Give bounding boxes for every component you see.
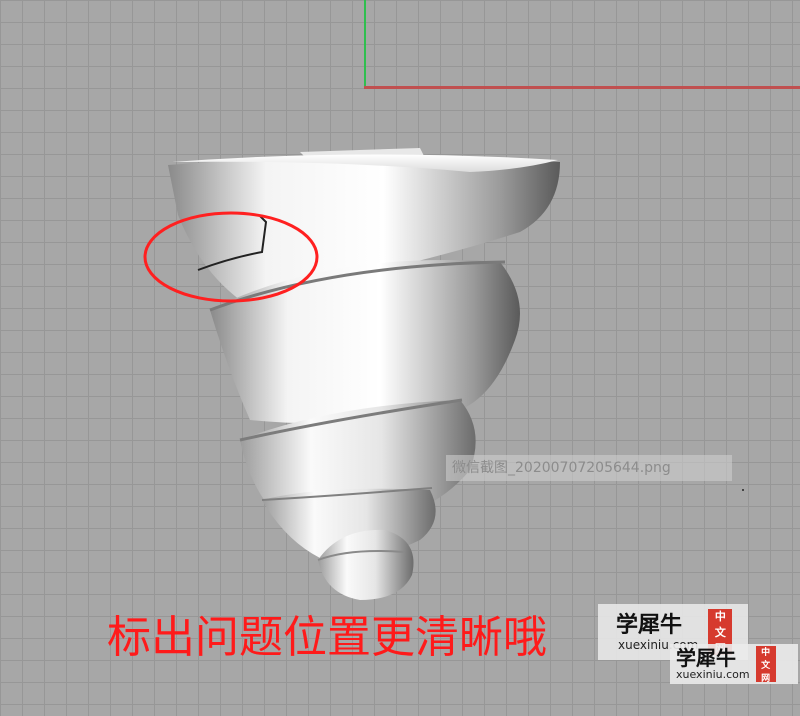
watermark-name: 学犀牛 — [616, 612, 683, 638]
rhino-viewport[interactable]: 微信截图_20200707205644.png 标出问题位置更清晰哦 学犀牛 x… — [0, 0, 800, 716]
seal-icon: 中 文 网 — [755, 646, 776, 684]
watermark-url: xuexiniu.com — [676, 668, 750, 681]
highlight-ellipse — [143, 211, 319, 303]
watermark-name: 学犀牛 — [676, 646, 736, 670]
viewport-dot — [742, 489, 744, 491]
watermark-logo-small: 学犀牛 xuexiniu.com 中 文 网 — [670, 644, 798, 684]
file-name-label: 微信截图_20200707205644.png — [446, 455, 732, 481]
caption-text: 标出问题位置更清晰哦 — [107, 612, 547, 663]
